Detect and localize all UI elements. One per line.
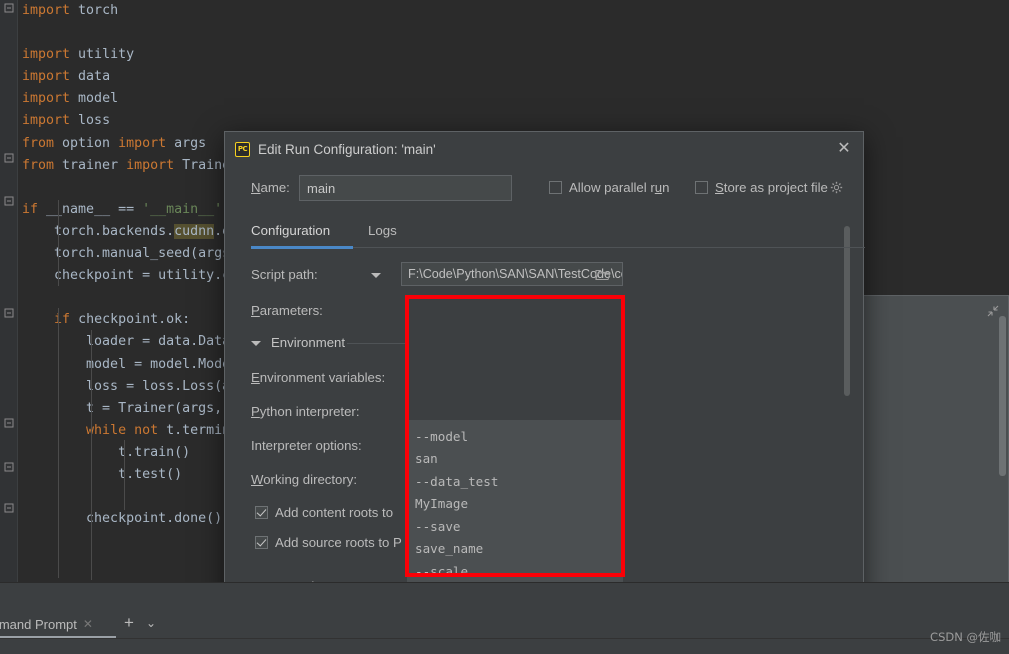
active-tab-indicator (251, 246, 353, 249)
working-directory-label: Working directory: (251, 472, 358, 487)
checkbox-box (255, 536, 268, 549)
dialog-titlebar: PC Edit Run Configuration: 'main' (225, 132, 865, 166)
gear-icon[interactable] (830, 181, 843, 194)
tab-configuration[interactable]: Configuration (251, 223, 330, 243)
tabs-separator (353, 247, 865, 248)
name-row: Name: Allow parallel run Store as projec… (225, 172, 865, 206)
tab-logs[interactable]: Logs (368, 223, 397, 243)
terminal-tabbar: mmand Prompt ✕ + ⌄ (0, 608, 1009, 638)
dialog-title: Edit Run Configuration: 'main' (258, 141, 436, 157)
add-source-roots-checkbox[interactable]: Add source roots to P (255, 535, 402, 550)
editor-gutter[interactable] (0, 0, 18, 582)
fold-marker[interactable] (4, 308, 14, 318)
store-as-project-file-label: Store as project file (715, 180, 828, 195)
configuration-form: Script path: F:\Code\Python\SAN\SAN\Test… (225, 254, 865, 654)
checkbox-box (255, 506, 268, 519)
plus-icon[interactable]: + (124, 614, 134, 632)
folder-icon[interactable] (595, 268, 611, 280)
add-content-roots-label: Add content roots to (275, 505, 394, 520)
interpreter-options-label: Interpreter options: (251, 438, 362, 453)
panel-scrollbar[interactable] (999, 316, 1006, 476)
toolwindow-strip (0, 582, 1009, 608)
fold-marker[interactable] (4, 462, 14, 472)
environment-variables-label: Environment variables: (251, 370, 386, 385)
fold-marker[interactable] (4, 153, 14, 163)
script-path-input[interactable]: F:\Code\Python\SAN\SAN\TestCode\code\mai… (401, 262, 623, 286)
terminal-tab-label: mmand Prompt (0, 616, 77, 632)
indent-guide (58, 308, 59, 578)
fold-marker[interactable] (4, 418, 14, 428)
collapse-icon[interactable] (986, 304, 1000, 318)
name-input[interactable] (299, 175, 512, 201)
section-divider (347, 343, 405, 344)
checkbox-box (549, 181, 562, 194)
toolwindow-bottom-strip (0, 638, 1009, 654)
allow-parallel-run-checkbox[interactable]: Allow parallel run (549, 180, 669, 195)
code-line: import torch (22, 3, 119, 18)
fold-marker[interactable] (4, 3, 14, 13)
script-path-label: Script path: (251, 267, 318, 282)
run-configuration-dialog[interactable]: PC Edit Run Configuration: 'main' ✕ Name… (224, 131, 865, 654)
add-content-roots-checkbox[interactable]: Add content roots to (255, 505, 393, 520)
parameters-label: Parameters: (251, 303, 323, 318)
checkbox-box (695, 181, 708, 194)
code-line: import model (22, 91, 119, 107)
indent-guide (58, 200, 59, 286)
name-label: Name: (251, 180, 290, 195)
tool-window: mmand Prompt ✕ + ⌄ (0, 582, 1009, 654)
allow-parallel-run-label: Allow parallel run (569, 180, 670, 195)
fold-marker[interactable] (4, 196, 14, 206)
indent-guide (91, 330, 92, 580)
code-line: import data (22, 69, 111, 85)
store-as-project-file-checkbox[interactable]: Store as project file (695, 180, 828, 195)
close-icon[interactable]: ✕ (835, 140, 853, 158)
indent-guide (124, 440, 125, 510)
fold-marker[interactable] (4, 503, 14, 513)
python-interpreter-label: Python interpreter: (251, 404, 360, 419)
code-line: import utility (22, 47, 135, 63)
dialog-tabs: Configuration Logs (225, 218, 865, 250)
terminal-tab-command-prompt[interactable]: mmand Prompt ✕ (0, 611, 101, 637)
watermark: CSDN @佐咖 (930, 630, 1001, 644)
environment-collapse-icon[interactable] (251, 341, 261, 346)
chevron-down-icon[interactable]: ⌄ (146, 616, 156, 630)
close-icon[interactable]: ✕ (83, 617, 93, 631)
pycharm-icon: PC (235, 141, 250, 157)
add-source-roots-label: Add source roots to P (275, 535, 402, 550)
screen: import torch import utility import data im… (0, 0, 1009, 654)
code-line: import loss (22, 113, 111, 129)
chevron-down-icon[interactable] (371, 273, 381, 278)
environment-section-title: Environment (271, 335, 346, 350)
